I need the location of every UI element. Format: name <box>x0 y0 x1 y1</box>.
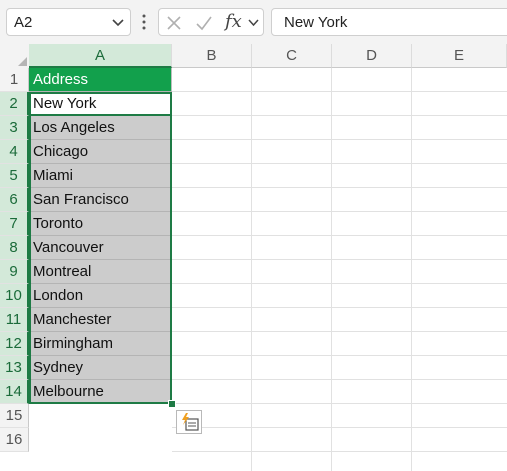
gridline-horizontal <box>172 307 507 308</box>
flash-fill-options-icon <box>182 413 199 431</box>
enter-check-icon[interactable] <box>195 14 213 32</box>
row-header-8[interactable]: 8 <box>0 236 29 260</box>
name-box-value[interactable]: A2 <box>14 14 32 31</box>
worksheet-grid[interactable]: ABCDE 1 2 3 4 5 6 7 8 9 10 11 12 13 14 15 16 Address New… <box>0 44 507 471</box>
insert-function-button[interactable]: fx <box>225 11 242 32</box>
gridline-horizontal <box>172 115 507 116</box>
gridline-horizontal <box>172 139 507 140</box>
cell-a6[interactable]: San Francisco <box>29 188 172 212</box>
row-header-3[interactable]: 3 <box>0 116 29 140</box>
cell-a11[interactable]: Manchester <box>29 308 172 332</box>
row-header-10[interactable]: 10 <box>0 284 29 308</box>
formula-input[interactable]: New York <box>271 8 507 36</box>
formula-value[interactable]: New York <box>284 14 347 31</box>
gridline-horizontal <box>172 259 507 260</box>
select-all-corner[interactable] <box>0 44 29 68</box>
row-header-9[interactable]: 9 <box>0 260 29 284</box>
gridline-horizontal <box>172 451 507 452</box>
gridline-horizontal <box>172 187 507 188</box>
row-header-14[interactable]: 14 <box>0 380 29 404</box>
gridline-horizontal <box>172 211 507 212</box>
column-header-e[interactable]: E <box>412 44 507 68</box>
column-header-a[interactable]: A <box>29 44 172 68</box>
cell-a2[interactable]: New York <box>29 92 172 116</box>
gridline-vertical <box>411 68 412 471</box>
cell-a5[interactable]: Miami <box>29 164 172 188</box>
gridline-horizontal <box>172 331 507 332</box>
cell-a9[interactable]: Montreal <box>29 260 172 284</box>
name-box[interactable]: A2 <box>6 8 131 36</box>
cancel-x-icon[interactable] <box>165 14 183 32</box>
row-header-11[interactable]: 11 <box>0 308 29 332</box>
kebab-icon[interactable] <box>141 12 147 32</box>
row-header-13[interactable]: 13 <box>0 356 29 380</box>
row-header-6[interactable]: 6 <box>0 188 29 212</box>
row-header-12[interactable]: 12 <box>0 332 29 356</box>
gridline-horizontal <box>172 283 507 284</box>
gridline-horizontal <box>172 163 507 164</box>
fill-handle[interactable] <box>168 400 176 408</box>
column-header-b[interactable]: B <box>172 44 252 68</box>
gridline-horizontal <box>172 355 507 356</box>
row-header-2[interactable]: 2 <box>0 92 29 116</box>
row-header-5[interactable]: 5 <box>0 164 29 188</box>
cell-a3[interactable]: Los Angeles <box>29 116 172 140</box>
row-header-7[interactable]: 7 <box>0 212 29 236</box>
row-header-4[interactable]: 4 <box>0 140 29 164</box>
cell-a12[interactable]: Birmingham <box>29 332 172 356</box>
row-header-1[interactable]: 1 <box>0 68 29 92</box>
column-header-d[interactable]: D <box>332 44 412 68</box>
cell-a7[interactable]: Toronto <box>29 212 172 236</box>
gridline-horizontal <box>172 91 507 92</box>
cell-a1-header[interactable]: Address <box>29 68 172 92</box>
gridline-horizontal <box>172 379 507 380</box>
formula-controls: fx <box>158 8 264 36</box>
select-all-triangle-icon <box>18 57 27 66</box>
gridline-vertical <box>331 68 332 471</box>
gridline-horizontal <box>172 403 507 404</box>
gridline-horizontal <box>172 427 507 428</box>
cell-a13[interactable]: Sydney <box>29 356 172 380</box>
column-header-c[interactable]: C <box>252 44 332 68</box>
cell-a4[interactable]: Chicago <box>29 140 172 164</box>
cell-a8[interactable]: Vancouver <box>29 236 172 260</box>
row-header-16[interactable]: 16 <box>0 428 29 452</box>
formula-bar: A2 fx New York <box>0 0 507 44</box>
gridline-vertical <box>251 68 252 471</box>
gridline-horizontal <box>172 235 507 236</box>
row-header-15[interactable]: 15 <box>0 404 29 428</box>
flash-fill-options-button[interactable] <box>176 410 202 434</box>
chevron-down-icon[interactable] <box>247 16 260 29</box>
cell-a14[interactable]: Melbourne <box>29 380 172 404</box>
chevron-down-icon[interactable] <box>111 16 125 30</box>
cell-a10[interactable]: London <box>29 284 172 308</box>
